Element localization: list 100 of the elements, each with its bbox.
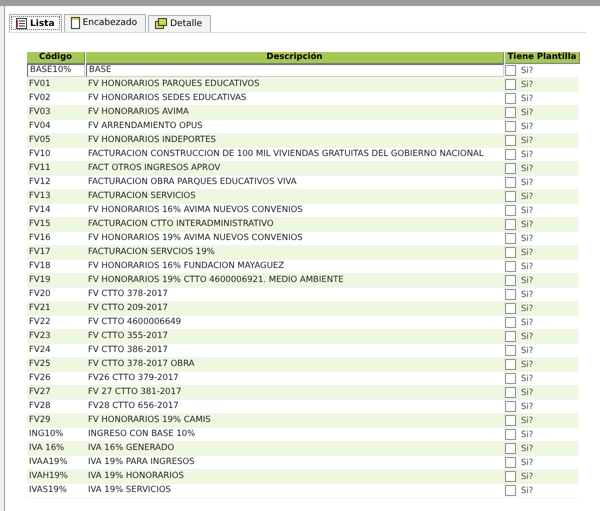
description-cell-text: FACTURACION SERVCIOS 19% (87, 246, 216, 259)
description-cell-text: IVA 19% SERVICIOS (87, 484, 172, 497)
code-cell-text: FV24 (28, 344, 52, 357)
checkbox[interactable] (505, 303, 516, 314)
tab[interactable]: Encabezado (64, 14, 146, 32)
checkbox-label: Si? (521, 80, 534, 90)
checkbox[interactable] (505, 457, 516, 468)
checkbox-label: Si? (521, 318, 534, 328)
description-cell-text: FV HONORARIOS AVIMA (87, 106, 190, 119)
checkbox[interactable] (505, 135, 516, 146)
checkbox-label: Si? (521, 262, 534, 272)
column-header: Tiene Plantilla (505, 52, 580, 64)
description-cell-text: FACTURACION CONSTRUCCION DE 100 MIL VIVIENDAS GRATUITAS DEL GOBIERNO NACIONAL (87, 148, 485, 161)
description-cell-text: FV CTTO 378-2017 OBRA (87, 358, 196, 371)
checkbox[interactable] (505, 331, 516, 342)
checkbox[interactable] (505, 289, 516, 300)
description-cell-text: FV HONORARIOS PARQUES EDUCATIVOS (87, 78, 260, 91)
code-cell-text: FV05 (28, 134, 52, 147)
description-cell-text: FV HONORARIOS 16% AVIMA NUEVOS CONVENIOS (87, 204, 304, 217)
code-cell-text: FV20 (28, 288, 52, 301)
description-cell-text: FV 27 CTTO 381-2017 (87, 386, 182, 399)
checkbox-label: Si? (521, 304, 534, 314)
checkbox-label: Si? (521, 122, 534, 132)
checkbox[interactable] (505, 345, 516, 356)
code-cell-text: FV12 (28, 176, 52, 189)
checkbox[interactable] (505, 401, 516, 412)
description-cell-text: FV HONORARIOS 16% FUNDACION MAYAGUEZ (87, 260, 286, 273)
checkbox-label: Si? (521, 444, 534, 454)
checkbox[interactable] (505, 317, 516, 328)
description-cell-text: FV26 CTTO 379-2017 (87, 372, 180, 385)
description-cell-text: FACTURACION OBRA PARQUES EDUCATIVOS VIVA (87, 176, 298, 189)
description-cell-text: FV CTTO 355-2017 (87, 330, 169, 343)
code-cell-text: ING10% (28, 428, 64, 441)
checkbox-label: Si? (521, 402, 534, 412)
code-cell-text: FV25 (28, 358, 52, 371)
checkbox[interactable] (505, 415, 516, 426)
checkbox-label: Si? (521, 346, 534, 356)
description-cell-text: FACTURACION SERVICIOS (87, 190, 197, 203)
description-cell-text: IVA 19% HONORARIOS (87, 470, 185, 483)
checkbox-label: Si? (521, 248, 534, 258)
checkbox[interactable] (505, 191, 516, 202)
code-cell-text: FV13 (28, 190, 52, 203)
checkbox[interactable] (505, 107, 516, 118)
description-cell-text: FACT OTROS INGRESOS APROV (87, 162, 222, 175)
code-cell-text: FV14 (28, 204, 52, 217)
checkbox-label: Si? (521, 66, 534, 76)
checkbox[interactable] (505, 65, 516, 76)
description-cell-text: FV HONORARIOS SEDES EDUCATIVAS (87, 92, 248, 105)
description-cell-text: FV CTTO 386-2017 (87, 344, 169, 357)
checkbox[interactable] (505, 261, 516, 272)
checkbox[interactable] (505, 205, 516, 216)
description-cell-text: FACTURACION CTTO INTERADMINISTRATIVO (87, 218, 275, 231)
checkbox[interactable] (505, 163, 516, 174)
code-cell-text: FV29 (28, 414, 52, 427)
checkbox[interactable] (505, 359, 516, 370)
description-cell-text: FV28 CTTO 656-2017 (87, 400, 180, 413)
checkbox[interactable] (505, 471, 516, 482)
description-cell-text: FV HONORARIOS 19% CAMIS (87, 414, 212, 427)
checkbox[interactable] (505, 373, 516, 384)
checkbox[interactable] (505, 247, 516, 258)
checkbox-label: Si? (521, 164, 534, 174)
description-cell-text: FV CTTO 209-2017 (87, 302, 169, 315)
code-cell-text: FV02 (28, 92, 52, 105)
list-icon (16, 18, 27, 29)
tab[interactable]: Lista (9, 14, 62, 32)
checkbox-label: Si? (521, 472, 534, 482)
checkbox-label: Si? (521, 206, 534, 216)
checkbox[interactable] (505, 275, 516, 286)
description-cell-text: IVA 16% GENERADO (87, 442, 176, 455)
checkbox[interactable] (505, 485, 516, 496)
tab[interactable]: Detalle (148, 15, 212, 32)
checkbox[interactable] (505, 93, 516, 104)
code-cell-text: FV03 (28, 106, 52, 119)
description-cell-text: FV CTTO 378-2017 (87, 288, 169, 301)
checkbox[interactable] (505, 79, 516, 90)
checkbox[interactable] (505, 233, 516, 244)
code-cell-text: FV18 (28, 260, 52, 273)
code-cell-text: IVAS19% (28, 484, 68, 497)
checkbox[interactable] (505, 177, 516, 188)
description-cell: BASE (86, 64, 504, 77)
checkbox-label: Si? (521, 150, 534, 160)
code-cell-text: FV01 (28, 78, 52, 91)
checkbox[interactable] (505, 429, 516, 440)
code-cell-text: FV27 (28, 386, 52, 399)
checkbox-label: Si? (521, 108, 534, 118)
checkbox[interactable] (505, 121, 516, 132)
checkbox-label: Si? (521, 360, 534, 370)
description-cell-text: FV HONORARIOS 19% AVIMA NUEVOS CONVENIOS (87, 232, 304, 245)
checkbox[interactable] (505, 149, 516, 160)
checkbox-label: Si? (521, 276, 534, 286)
code-cell-text: FV11 (28, 162, 52, 175)
column-header: Descripción (86, 52, 504, 64)
checkbox-label: Si? (521, 192, 534, 202)
checkbox-label: Si? (521, 374, 534, 384)
layers-icon (155, 18, 168, 29)
checkbox[interactable] (505, 219, 516, 230)
checkbox[interactable] (505, 443, 516, 454)
checkbox-label: Si? (521, 220, 534, 230)
code-cell-text: FV17 (28, 246, 52, 259)
checkbox[interactable] (505, 387, 516, 398)
